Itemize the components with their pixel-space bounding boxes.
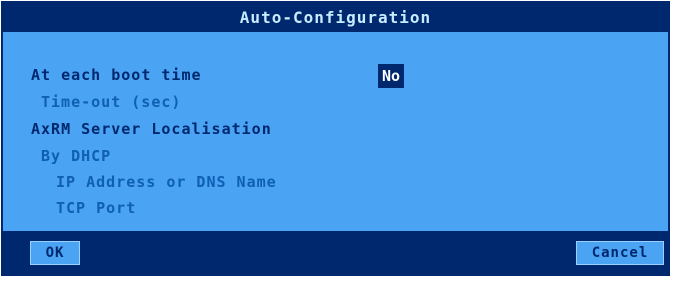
timeout-label: Time-out (sec) [41,93,182,111]
boot-time-value[interactable]: No [378,64,404,88]
tcp-port-label: TCP Port [56,199,137,217]
by-dhcp-label: By DHCP [41,147,112,165]
ok-button[interactable]: OK [30,241,80,265]
auto-configuration-dialog: Auto-Configuration At each boot time No … [1,1,670,276]
dialog-footer: OK Cancel [3,231,668,274]
dialog-title: Auto-Configuration [239,8,432,27]
cancel-button[interactable]: Cancel [576,241,664,265]
boot-time-label: At each boot time [31,66,202,84]
dialog-titlebar: Auto-Configuration [3,3,668,32]
server-localisation-label: AxRM Server Localisation [31,120,272,138]
ip-address-label: IP Address or DNS Name [56,173,277,191]
